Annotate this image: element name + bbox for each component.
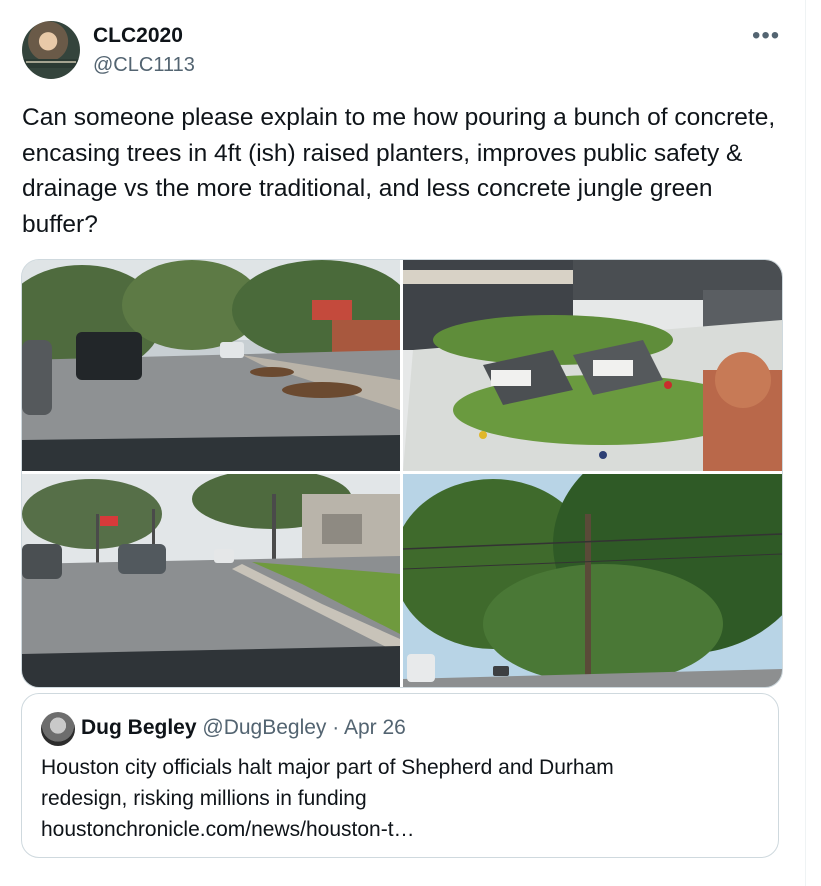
separator-dot: · (332, 716, 340, 739)
quoted-text-line-1: Houston city officials halt major part o… (41, 756, 614, 779)
quoted-link[interactable]: houstonchronicle.com/news/houston-t… (41, 814, 751, 845)
media-photo-1[interactable] (22, 260, 400, 471)
quoted-author-name[interactable]: Dug Begley (81, 716, 197, 739)
author-handle[interactable]: @CLC1113 (93, 54, 195, 77)
media-photo-4[interactable] (403, 474, 782, 687)
media-render-2[interactable] (403, 260, 782, 471)
more-options-icon[interactable]: ••• (752, 22, 780, 50)
quoted-author-handle[interactable]: @DugBegley (202, 716, 326, 739)
author-avatar[interactable] (22, 21, 80, 79)
quoted-tweet-date[interactable]: Apr 26 (344, 716, 406, 739)
quoted-tweet-card[interactable]: Dug Begley @DugBegley · Apr 26 Houston c… (21, 693, 779, 858)
quoted-author-avatar[interactable] (41, 712, 75, 746)
author-display-name[interactable]: CLC2020 (93, 24, 183, 48)
quoted-tweet-header: Dug Begley @DugBegley · Apr 26 (81, 716, 406, 740)
column-divider (805, 0, 806, 886)
quoted-text-line-2: redesign, risking millions in funding (41, 787, 367, 810)
tweet-text: Can someone please explain to me how pou… (22, 104, 776, 238)
media-photo-3[interactable] (22, 474, 400, 687)
media-grid (21, 259, 783, 688)
quoted-tweet-text: Houston city officials halt major part o… (41, 752, 751, 845)
